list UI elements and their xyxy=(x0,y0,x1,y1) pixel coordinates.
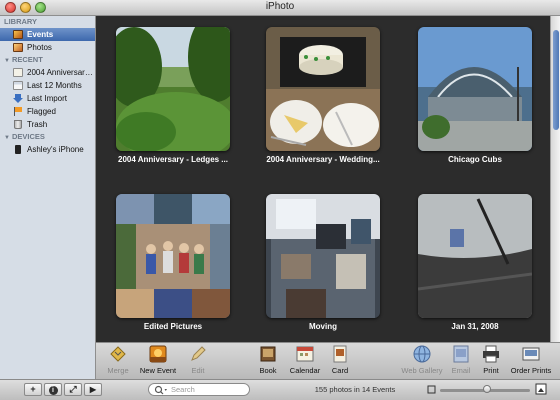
info-button[interactable]: i xyxy=(44,383,62,396)
search-input[interactable] xyxy=(171,385,245,394)
sidebar-item-label: Last Import xyxy=(27,94,68,103)
card-icon xyxy=(331,345,349,363)
recent-section-header[interactable]: ▼ RECENT xyxy=(0,54,95,66)
event-thumbnail[interactable] xyxy=(418,194,532,318)
event-caption[interactable]: Chicago Cubs xyxy=(404,155,546,164)
small-thumbnail-icon[interactable] xyxy=(427,385,436,394)
source-list-sidebar: LIBRARY Events Photos ▼ RECENT 2004 Anniv… xyxy=(0,16,96,379)
event-tile[interactable]: Jan 31, 2008 xyxy=(418,194,532,331)
window-title: iPhoto xyxy=(265,1,295,12)
sidebar-item-2004-anniversary[interactable]: 2004 Anniversary ... xyxy=(0,66,95,79)
disclosure-triangle-icon[interactable]: ▼ xyxy=(4,135,10,141)
large-thumbnail-icon[interactable] xyxy=(535,383,547,395)
pencil-icon xyxy=(189,345,207,363)
play-icon: ▶ xyxy=(89,385,97,394)
status-text: 155 photos in 14 Events xyxy=(314,385,396,394)
flag-icon xyxy=(13,107,23,116)
event-caption[interactable]: 2004 Anniversary - Wedding... xyxy=(252,155,394,164)
scrollbar-thumb[interactable] xyxy=(553,30,559,130)
event-caption[interactable]: Edited Pictures xyxy=(102,322,244,331)
globe-icon xyxy=(413,345,431,363)
fullscreen-button[interactable]: ⤢ xyxy=(64,383,82,396)
fullscreen-icon: ⤢ xyxy=(69,384,77,394)
sidebar-item-trash[interactable]: Trash xyxy=(0,118,95,131)
calendar-icon xyxy=(296,345,314,363)
action-toolbar: Merge New Event Edit Book Calendar Card xyxy=(96,342,560,379)
events-icon xyxy=(13,30,23,39)
merge-icon xyxy=(109,345,127,363)
order-prints-icon xyxy=(522,345,540,363)
event-thumbnail[interactable] xyxy=(418,27,532,151)
print-button[interactable]: Print xyxy=(469,345,513,375)
event-tile[interactable]: Moving xyxy=(266,194,380,331)
search-field[interactable] xyxy=(148,383,250,396)
bottom-bar: + i ⤢ ▶ 155 photos in 14 Events xyxy=(0,379,560,400)
devices-section-header[interactable]: ▼ DEVICES xyxy=(0,131,95,143)
sidebar-item-label: Trash xyxy=(27,120,48,129)
library-section-header: LIBRARY xyxy=(4,17,38,26)
info-icon: i xyxy=(48,386,58,395)
event-tile[interactable]: 2004 Anniversary - Wedding... xyxy=(266,27,380,164)
import-icon xyxy=(13,94,23,103)
sidebar-item-events[interactable]: Events xyxy=(0,28,95,41)
new-event-icon xyxy=(149,345,167,363)
event-caption[interactable]: Moving xyxy=(252,322,394,331)
event-thumbnail[interactable] xyxy=(266,194,380,318)
sidebar-item-label: Photos xyxy=(27,43,52,52)
sidebar-item-photos[interactable]: Photos xyxy=(0,41,95,54)
title-bar: iPhoto xyxy=(0,0,560,16)
disclosure-triangle-icon[interactable]: ▼ xyxy=(4,58,10,64)
new-event-button[interactable]: New Event xyxy=(136,345,180,375)
event-icon xyxy=(13,68,23,77)
event-caption[interactable]: Jan 31, 2008 xyxy=(404,322,546,331)
sidebar-item-label: Flagged xyxy=(27,107,56,116)
iphone-icon xyxy=(15,145,21,154)
sidebar-item-label: Ashley's iPhone xyxy=(27,145,84,154)
calendar-icon xyxy=(13,81,23,90)
sidebar-item-label: Last 12 Months xyxy=(27,81,82,90)
events-browser: 2004 Anniversary - Ledges ... 2004 Anniv… xyxy=(96,16,550,342)
book-icon xyxy=(259,345,277,363)
sidebar-item-label: 2004 Anniversary ... xyxy=(27,68,95,77)
edit-button[interactable]: Edit xyxy=(176,345,220,375)
card-button[interactable]: Card xyxy=(318,345,362,375)
event-thumbnail[interactable] xyxy=(116,27,230,151)
event-tile[interactable]: Edited Pictures xyxy=(116,194,230,331)
sidebar-item-iphone[interactable]: Ashley's iPhone xyxy=(0,143,95,156)
event-thumbnail[interactable] xyxy=(266,27,380,151)
trash-icon xyxy=(14,120,22,129)
event-thumbnail[interactable] xyxy=(116,194,230,318)
thumbnail-size-slider-knob[interactable] xyxy=(483,385,491,393)
add-button[interactable]: + xyxy=(24,383,42,396)
vertical-scrollbar[interactable] xyxy=(550,16,560,342)
order-prints-button[interactable]: Order Prints xyxy=(509,345,553,375)
web-gallery-button[interactable]: Web Gallery xyxy=(400,345,444,375)
sidebar-item-last-import[interactable]: Last Import xyxy=(0,92,95,105)
email-icon xyxy=(452,345,470,363)
sidebar-item-flagged[interactable]: Flagged xyxy=(0,105,95,118)
merge-button[interactable]: Merge xyxy=(96,345,140,375)
event-tile[interactable]: 2004 Anniversary - Ledges ... xyxy=(116,27,230,164)
photos-icon xyxy=(13,43,23,52)
printer-icon xyxy=(482,345,500,363)
sidebar-item-label: Events xyxy=(27,30,54,39)
sidebar-item-last-12-months[interactable]: Last 12 Months xyxy=(0,79,95,92)
event-tile[interactable]: Chicago Cubs xyxy=(418,27,532,164)
search-icon xyxy=(154,385,167,395)
event-caption[interactable]: 2004 Anniversary - Ledges ... xyxy=(102,155,244,164)
slideshow-play-button[interactable]: ▶ xyxy=(84,383,102,396)
